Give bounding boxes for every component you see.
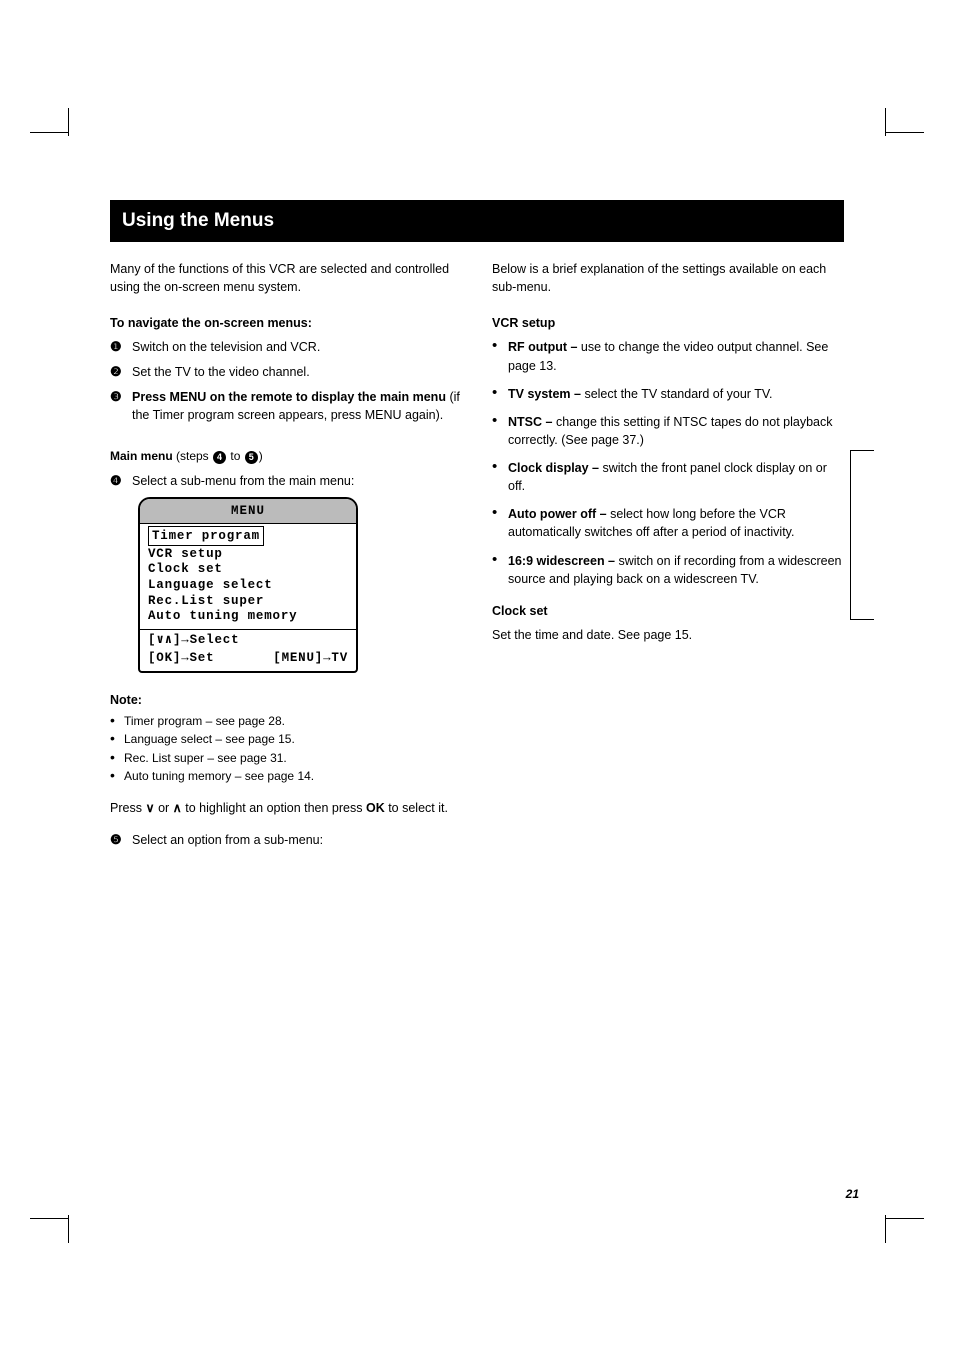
crop-mark — [874, 108, 924, 158]
osd-selected-item: Timer program — [148, 526, 264, 546]
step-number: ❸ — [110, 388, 132, 424]
step-text: Select an option from a sub-menu: — [132, 831, 462, 850]
setting-item: Auto power off – select how long before … — [492, 505, 844, 541]
step-text: Set the TV to the video channel. — [132, 363, 462, 382]
section-heading: To navigate the on-screen menus: — [110, 314, 462, 332]
setting-item: Clock display – switch the front panel c… — [492, 459, 844, 495]
setting-item: RF output – use to change the video outp… — [492, 338, 844, 374]
crop-mark — [30, 108, 80, 158]
step-text: Press MENU on the remote to display the … — [132, 390, 449, 404]
step-2: ❷ Set the TV to the video channel. — [110, 363, 462, 382]
page-title: Using the Menus — [110, 200, 844, 242]
osd-hint: [∨∧]→Select — [148, 633, 348, 649]
circled-4-icon: 4 — [213, 451, 226, 464]
setting-item: TV system – select the TV standard of yo… — [492, 385, 844, 403]
osd-hint: [OK]→Set — [148, 649, 214, 667]
step-text: Select a sub-menu from the main menu: — [132, 472, 462, 491]
step-5: ❺ Select an option from a sub-menu: — [110, 831, 462, 850]
step-number: ❹ — [110, 472, 132, 491]
osd-item: Rec.List super — [148, 594, 348, 610]
osd-item: Clock set — [148, 562, 348, 578]
step-number: ❶ — [110, 338, 132, 357]
step-number: ❺ — [110, 831, 132, 850]
setting-item: NTSC – change this setting if NTSC tapes… — [492, 413, 844, 449]
page-number: 21 — [846, 1187, 859, 1201]
note-item: Language select – see page 15. — [110, 731, 462, 748]
note-item: Timer program – see page 28. — [110, 713, 462, 730]
clock-set-body: Set the time and date. See page 15. — [492, 626, 844, 644]
osd-menu: MENU Timer program VCR setup Clock set L… — [138, 497, 358, 673]
note-heading: Note: — [110, 691, 462, 709]
osd-item: Auto tuning memory — [148, 609, 348, 625]
step-3: ❸ Press MENU on the remote to display th… — [110, 388, 462, 424]
note-item: Rec. List super – see page 31. — [110, 750, 462, 767]
intro-text: Many of the functions of this VCR are se… — [110, 260, 462, 296]
setting-item: 16:9 widescreen – switch on if recording… — [492, 552, 844, 588]
up-arrow-icon: ∧ — [173, 801, 182, 815]
nav-instruction: Press ∨ or ∧ to highlight an option then… — [110, 799, 462, 817]
step-1: ❶ Switch on the television and VCR. — [110, 338, 462, 357]
circled-5-icon: 5 — [245, 451, 258, 464]
osd-title: MENU — [140, 499, 356, 524]
step-4: ❹ Select a sub-menu from the main menu: — [110, 472, 462, 491]
note-item: Auto tuning memory – see page 14. — [110, 768, 462, 785]
osd-hint: [MENU]→TV — [273, 649, 348, 667]
step-number: ❷ — [110, 363, 132, 382]
submenu-heading: Clock set — [492, 602, 844, 620]
down-arrow-icon: ∨ — [145, 801, 154, 815]
step-text: Switch on the television and VCR. — [132, 338, 462, 357]
figure-caption: Main menu (steps 4 to 5) — [110, 448, 462, 465]
osd-item: VCR setup — [148, 547, 348, 563]
right-intro: Below is a brief explanation of the sett… — [492, 260, 844, 296]
note-block: Note: Timer program – see page 28. Langu… — [110, 691, 462, 786]
crop-mark — [874, 1193, 924, 1243]
section-tab — [850, 450, 874, 620]
osd-item: Language select — [148, 578, 348, 594]
submenu-heading: VCR setup — [492, 314, 844, 332]
crop-mark — [30, 1193, 80, 1243]
